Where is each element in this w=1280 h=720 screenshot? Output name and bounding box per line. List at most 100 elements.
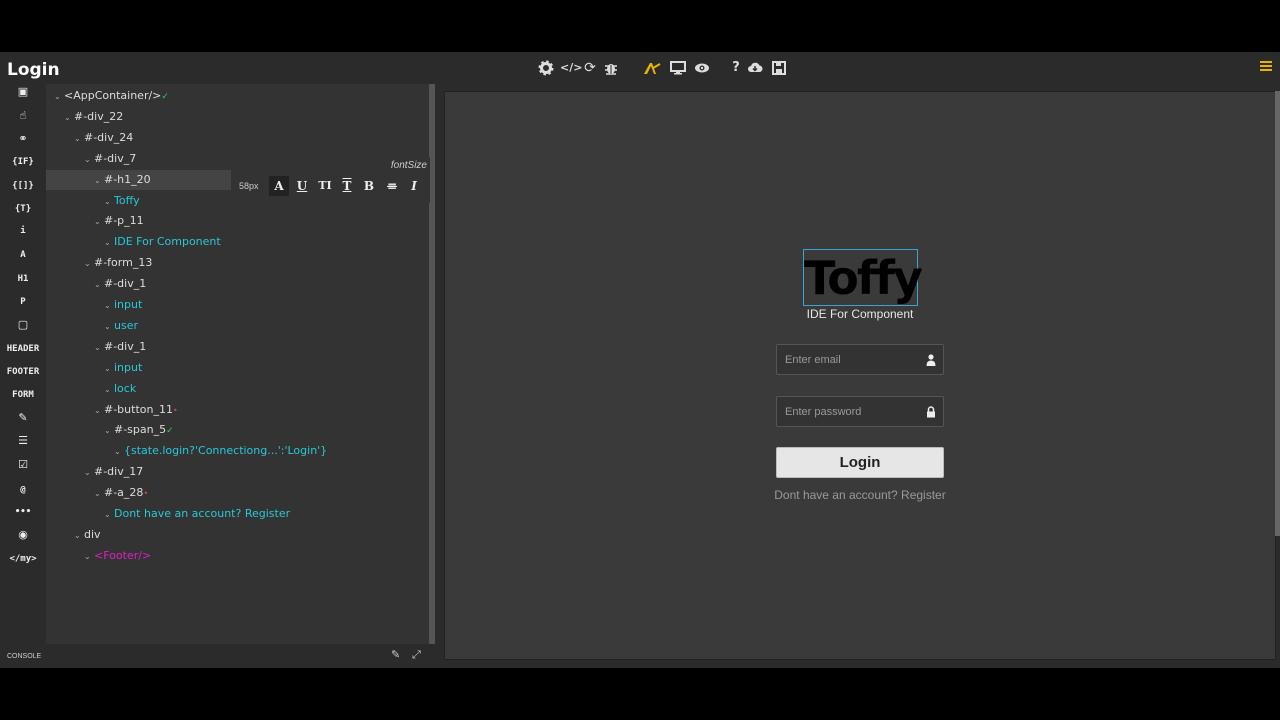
loop-block[interactable]: {[]}: [0, 180, 46, 194]
checkbox-icon[interactable]: ☑: [0, 459, 46, 473]
tree-node[interactable]: ⌄ IDE For Component: [46, 232, 221, 252]
chevron-down-icon[interactable]: ⌄: [94, 484, 104, 504]
more-icon[interactable]: •••: [0, 506, 46, 520]
code-icon[interactable]: </>: [560, 60, 582, 76]
chevron-down-icon[interactable]: ⌄: [74, 129, 84, 149]
italic-button[interactable]: I: [404, 176, 424, 196]
email-field[interactable]: [776, 344, 944, 375]
tree-node[interactable]: ⌄ input: [46, 295, 142, 315]
text-transform-button[interactable]: TI: [315, 176, 335, 196]
tree-node[interactable]: ⌄ #-button_11•: [46, 400, 178, 420]
underline-button[interactable]: U: [292, 176, 312, 196]
hand-pointer-icon[interactable]: ☝: [0, 110, 46, 124]
tree-node[interactable]: ⌄ Dont have an account? Register: [46, 504, 290, 524]
chevron-down-icon[interactable]: ⌄: [74, 526, 84, 546]
chevron-down-icon[interactable]: ⌄: [104, 317, 114, 337]
cloud-download-icon[interactable]: [747, 60, 763, 76]
chevron-down-icon[interactable]: ⌄: [84, 547, 94, 567]
image-icon[interactable]: ▣: [0, 86, 46, 100]
form-element[interactable]: FORM: [0, 389, 46, 403]
chevron-down-icon[interactable]: ⌄: [104, 380, 114, 400]
edit-icon[interactable]: ✎: [0, 412, 46, 426]
footer-element[interactable]: FOOTER: [0, 366, 46, 380]
tree-node[interactable]: ⌄ #-h1_20: [46, 169, 231, 191]
register-link[interactable]: Dont have an account? Register: [760, 488, 960, 502]
italic-icon[interactable]: i: [0, 225, 46, 239]
tree-node[interactable]: ⌄ user: [46, 316, 138, 336]
text-case-button[interactable]: T: [337, 176, 357, 196]
header-element[interactable]: HEADER: [0, 343, 46, 357]
hamburger-menu-icon[interactable]: [1260, 61, 1272, 73]
tree-node[interactable]: ⌄ #-a_28•: [46, 483, 148, 503]
chevron-down-icon[interactable]: ⌄: [104, 505, 114, 525]
tree-node[interactable]: ⌄ Toffy: [46, 191, 140, 211]
font-color-button[interactable]: A: [269, 176, 289, 196]
link-icon[interactable]: ⚭: [0, 133, 46, 147]
help-icon[interactable]: ?: [728, 60, 744, 76]
bold-button[interactable]: B: [359, 176, 379, 196]
custom-component[interactable]: </my>: [0, 553, 46, 567]
eye-icon[interactable]: [694, 60, 710, 76]
tree-node[interactable]: ⌄ #-div_7: [46, 149, 136, 169]
chevron-down-icon[interactable]: ⌄: [104, 233, 114, 253]
save-icon[interactable]: [771, 60, 787, 76]
tree-node[interactable]: ⌄ #-div_17: [46, 462, 143, 482]
expand-icon[interactable]: ⤢: [412, 649, 424, 661]
chevron-down-icon[interactable]: ⌄: [94, 401, 104, 421]
tree-node-label: #-p_11: [104, 214, 144, 228]
password-input[interactable]: [785, 404, 925, 420]
p-element[interactable]: P: [0, 296, 46, 310]
chevron-down-icon[interactable]: ⌄: [104, 192, 114, 212]
tree-node[interactable]: ⌄ <Footer/>: [46, 546, 151, 566]
eraser-icon[interactable]: ✎: [391, 649, 403, 661]
tree-node[interactable]: ⌄ #-div_1: [46, 274, 146, 294]
tree-node[interactable]: ⌄ #-div_24: [46, 128, 133, 148]
chevron-down-icon[interactable]: ⌄: [84, 150, 94, 170]
strikethrough-button[interactable]: ≡: [382, 176, 402, 196]
tree-node[interactable]: ⌄ lock: [46, 379, 136, 399]
chevron-down-icon[interactable]: ⌄: [104, 296, 114, 316]
desktop-icon[interactable]: [670, 60, 686, 76]
brand-heading[interactable]: Toffy: [803, 249, 923, 306]
chevron-down-icon[interactable]: ⌄: [94, 338, 104, 358]
email-input[interactable]: [785, 352, 925, 368]
tree-node[interactable]: ⌄ #-p_11: [46, 211, 144, 231]
chevron-down-icon[interactable]: ⌄: [54, 87, 64, 107]
tree-node[interactable]: ⌄ #-div_22: [46, 107, 123, 127]
square-icon[interactable]: ▢: [0, 319, 46, 333]
password-field[interactable]: [776, 396, 944, 427]
tree-node[interactable]: ⌄ div: [46, 525, 101, 545]
tree-node-label: #-a_28: [104, 486, 144, 500]
preview-scrollbar[interactable]: [1275, 91, 1280, 536]
console-label[interactable]: CONSOLE: [7, 653, 41, 660]
component-rail: ▣ ☝ ⚭ {IF} {[]} {T} i A H1 P ▢ HEADER FOOTER FORM ✎ ☰ ☑ @…: [0, 84, 46, 644]
h1-element[interactable]: H1: [0, 273, 46, 287]
tree-node[interactable]: ⌄ <AppContainer/>✓: [46, 86, 169, 106]
chevron-down-icon[interactable]: ⌄: [84, 254, 94, 274]
font-size-value[interactable]: 58px: [239, 181, 259, 191]
chevron-down-icon[interactable]: ⌄: [94, 212, 104, 232]
text-block[interactable]: {T}: [0, 203, 46, 217]
tree-node[interactable]: ⌄ {state.login?'Connectiong...':'Login'}: [46, 441, 327, 461]
at-icon[interactable]: @: [0, 484, 46, 498]
bug-icon[interactable]: [603, 60, 619, 76]
tree-node[interactable]: ⌄ #-form_13: [46, 253, 152, 273]
tree-node[interactable]: ⌄ input: [46, 358, 142, 378]
chevron-down-icon[interactable]: ⌄: [64, 108, 74, 128]
radio-icon[interactable]: ◉: [0, 529, 46, 543]
tree-node[interactable]: ⌄ #-div_1: [46, 337, 146, 357]
list-icon[interactable]: ☰: [0, 435, 46, 449]
if-block[interactable]: {IF}: [0, 156, 46, 170]
font-icon[interactable]: A: [0, 249, 46, 263]
magic-icon[interactable]: [643, 60, 661, 76]
gear-icon[interactable]: [538, 60, 554, 76]
tree-node[interactable]: ⌄ #-span_5✓: [46, 420, 174, 440]
chevron-down-icon[interactable]: ⌄: [104, 421, 114, 441]
chevron-down-icon[interactable]: ⌄: [114, 442, 124, 462]
refresh-icon[interactable]: ⟳: [582, 60, 598, 76]
chevron-down-icon[interactable]: ⌄: [104, 359, 114, 379]
login-button[interactable]: Login: [776, 447, 944, 478]
chevron-down-icon[interactable]: ⌄: [94, 171, 104, 191]
chevron-down-icon[interactable]: ⌄: [84, 463, 94, 483]
chevron-down-icon[interactable]: ⌄: [94, 275, 104, 295]
